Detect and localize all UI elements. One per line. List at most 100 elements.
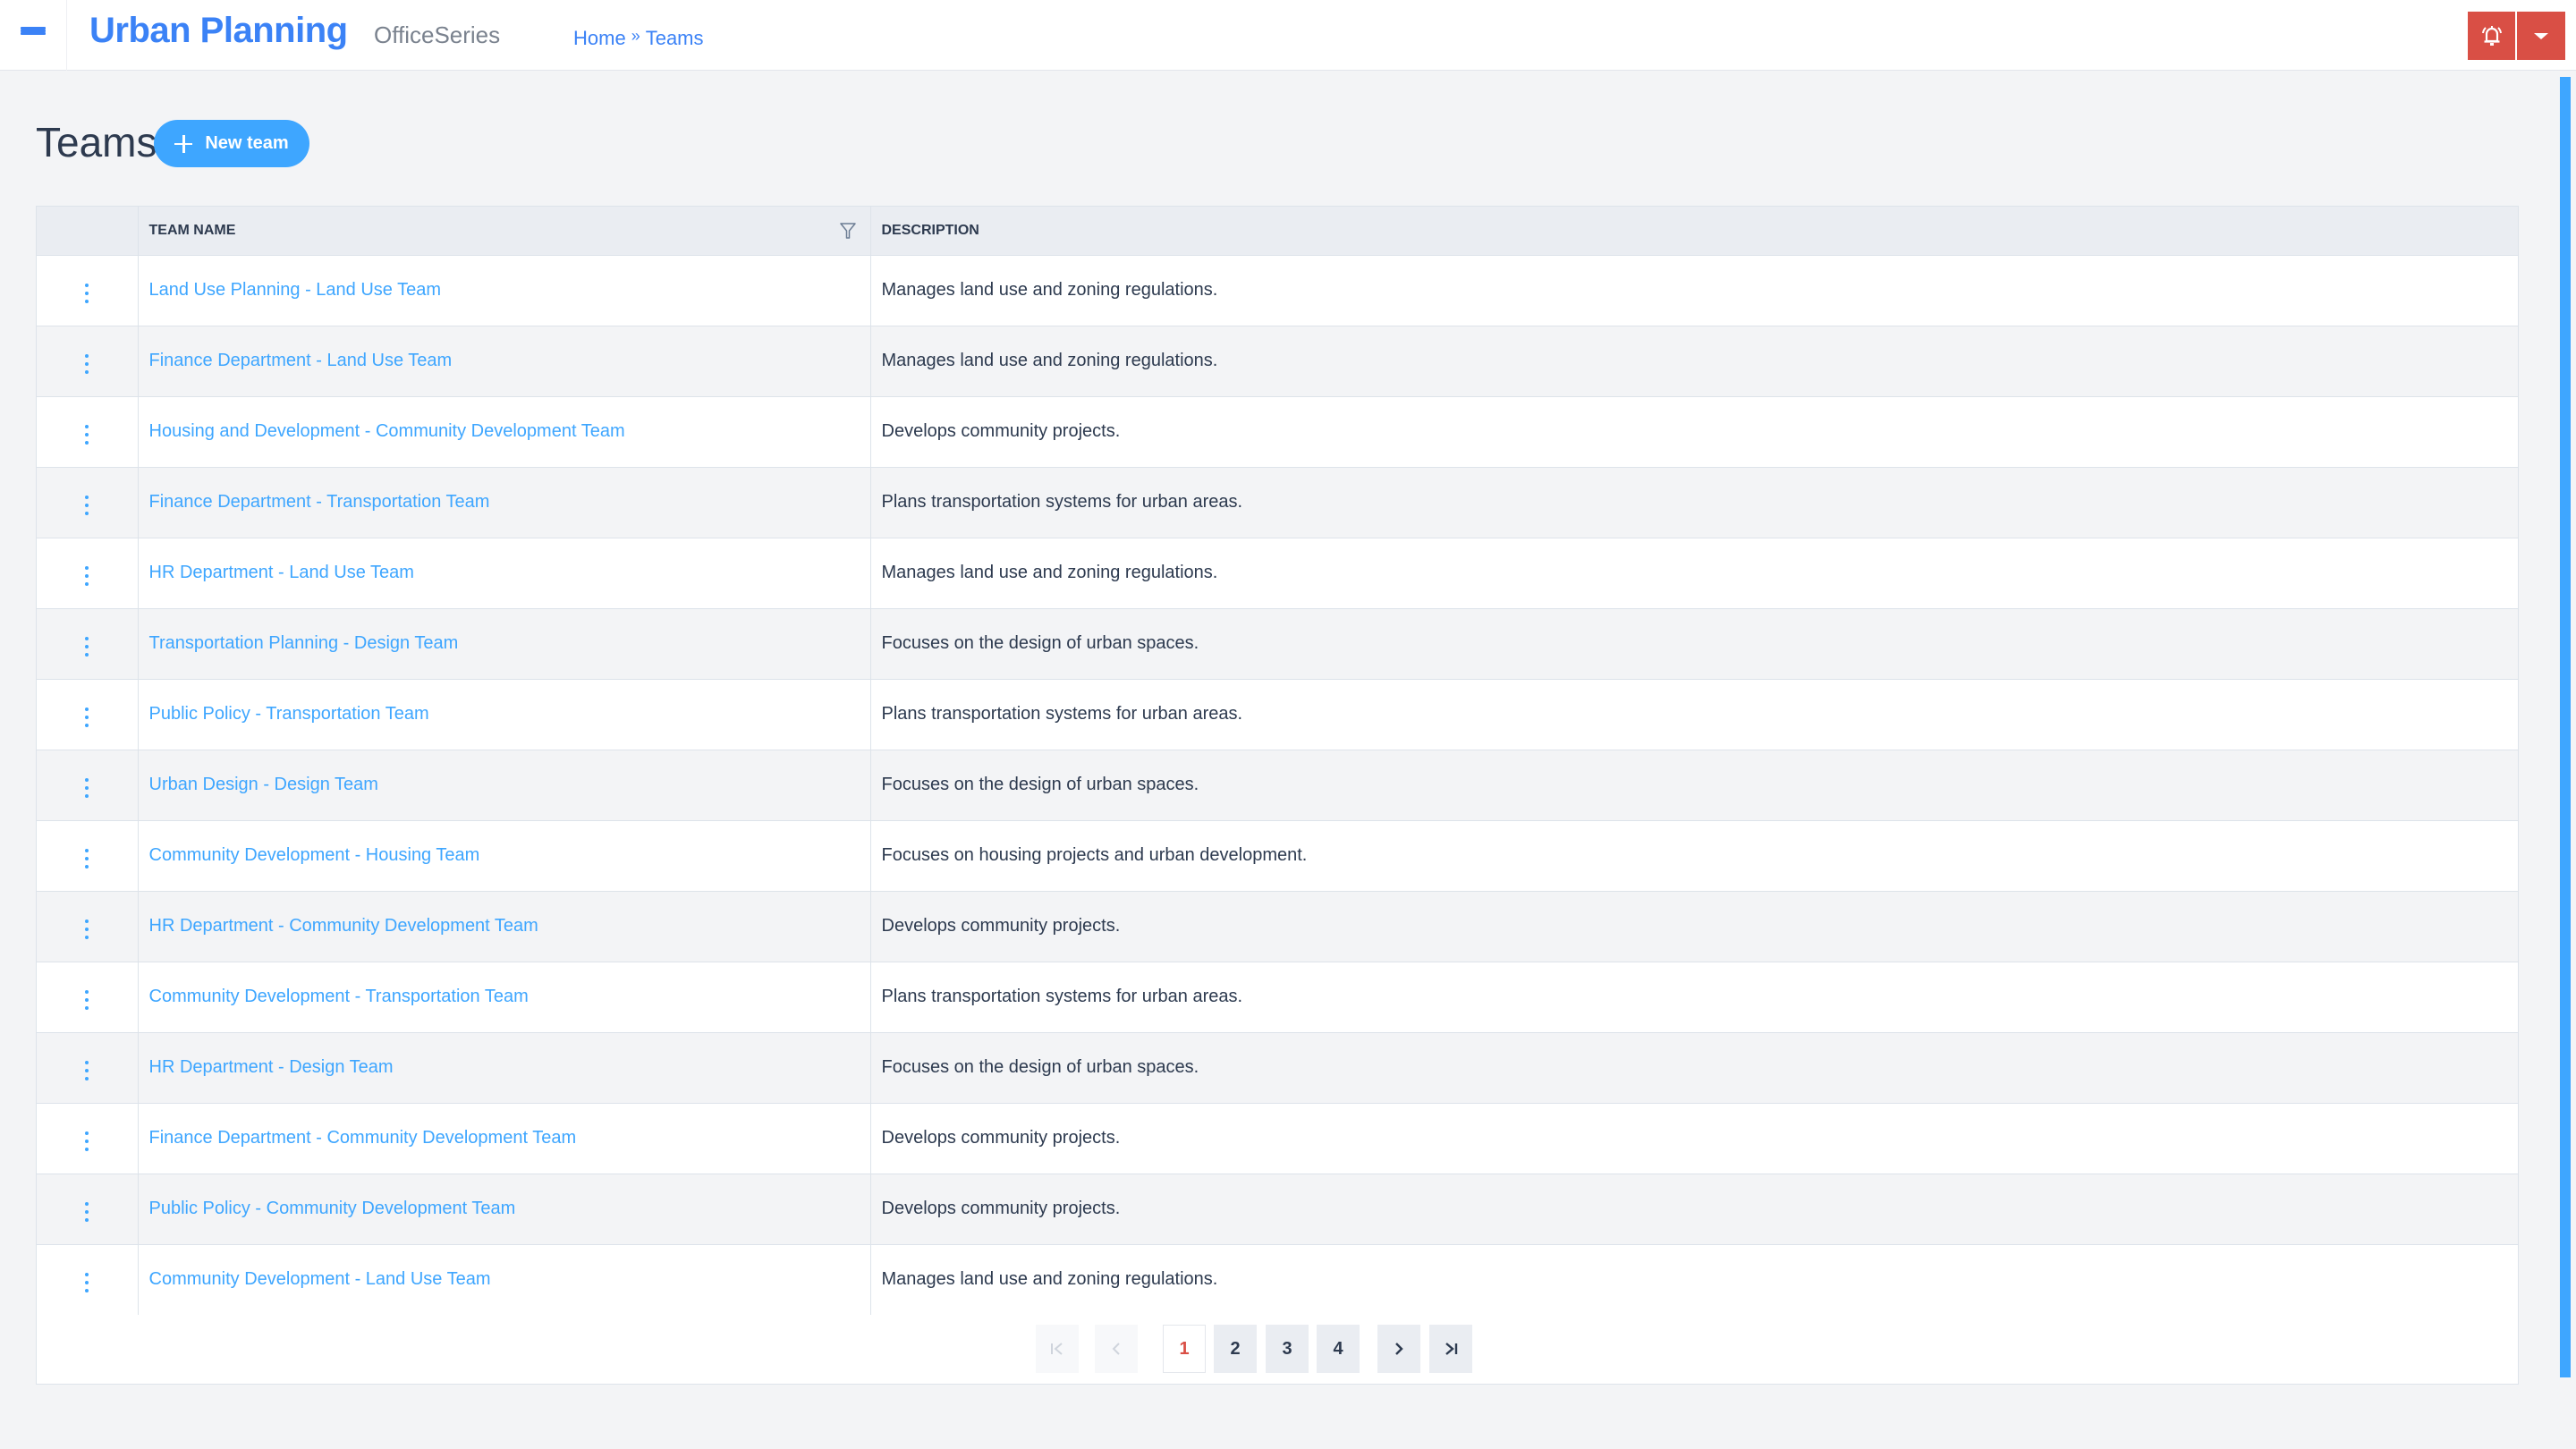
next-page-button[interactable]	[1377, 1325, 1420, 1373]
table-row: Public Policy - Transportation Team Plans…	[37, 679, 2518, 750]
team-name-link[interactable]: Transportation Planning - Design Team	[149, 633, 459, 653]
table-row: Housing and Development - Community Deve…	[37, 396, 2518, 468]
row-actions-cell	[37, 467, 139, 538]
team-name-link[interactable]: Finance Department - Land Use Team	[149, 351, 453, 370]
description-cell: Focuses on the design of urban spaces.	[870, 1032, 2518, 1104]
table-row: HR Department - Land Use Team Manages lan…	[37, 538, 2518, 609]
team-name-header-label: Team Name	[148, 222, 236, 238]
kebab-menu-icon[interactable]	[80, 1126, 94, 1157]
row-actions-cell	[37, 396, 139, 468]
team-name-link[interactable]: Land Use Planning - Land Use Team	[149, 280, 442, 300]
kebab-menu-icon[interactable]	[80, 419, 94, 450]
table-row: Community Development - Land Use Team Man…	[37, 1244, 2518, 1315]
kebab-menu-icon[interactable]	[80, 914, 94, 945]
team-name-cell: Public Policy - Community Development Te…	[138, 1174, 871, 1245]
team-name-link[interactable]: Finance Department - Transportation Team	[149, 492, 490, 512]
team-name-link[interactable]: Finance Department - Community Developme…	[149, 1128, 577, 1148]
caret-down-icon	[2534, 32, 2548, 39]
team-name-link[interactable]: Urban Design - Design Team	[149, 775, 378, 794]
table-row: Transportation Planning - Design Team Foc…	[37, 608, 2518, 680]
team-name-cell: Finance Department - Transportation Team	[138, 467, 871, 538]
row-actions-cell	[37, 255, 139, 326]
team-name-cell: HR Department - Design Team	[138, 1032, 871, 1104]
description-cell: Plans transportation systems for urban a…	[870, 467, 2518, 538]
team-name-cell: HR Department - Land Use Team	[138, 538, 871, 609]
team-name-link[interactable]: Public Policy - Transportation Team	[149, 704, 429, 724]
kebab-menu-icon[interactable]	[80, 631, 94, 662]
team-name-cell: Urban Design - Design Team	[138, 750, 871, 821]
kebab-menu-icon[interactable]	[80, 1055, 94, 1086]
page-scrollbar[interactable]	[2560, 77, 2571, 1377]
description-cell: Manages land use and zoning regulations.	[870, 326, 2518, 397]
kebab-menu-icon[interactable]	[80, 773, 94, 803]
team-name-link[interactable]: HR Department - Design Team	[149, 1057, 394, 1077]
breadcrumb-home[interactable]: Home	[573, 27, 626, 50]
table-row: HR Department - Design Team Focuses on th…	[37, 1032, 2518, 1104]
team-description: Manages land use and zoning regulations.	[881, 280, 1218, 300]
alerts-button[interactable]	[2468, 12, 2515, 60]
team-name-link[interactable]: HR Department - Community Development Te…	[149, 916, 538, 936]
team-name-link[interactable]: Community Development - Housing Team	[149, 845, 480, 865]
first-page-button[interactable]	[1036, 1325, 1079, 1373]
table-row: Finance Department - Community Developme…	[37, 1103, 2518, 1174]
team-name-cell: Community Development - Transportation T…	[138, 962, 871, 1033]
description-cell: Develops community projects.	[870, 396, 2518, 468]
breadcrumb-teams[interactable]: Teams	[646, 27, 704, 50]
kebab-menu-icon[interactable]	[80, 1197, 94, 1227]
user-dropdown-button[interactable]	[2517, 12, 2565, 60]
team-name-cell: Land Use Planning - Land Use Team	[138, 255, 871, 326]
new-team-button[interactable]: New team	[154, 120, 309, 167]
kebab-menu-icon[interactable]	[80, 1267, 94, 1298]
row-actions-cell	[37, 891, 139, 962]
team-name-cell: Public Policy - Transportation Team	[138, 679, 871, 750]
team-description: Plans transportation systems for urban a…	[881, 987, 1243, 1006]
page-3-button[interactable]: 3	[1266, 1325, 1309, 1373]
team-description: Manages land use and zoning regulations.	[881, 563, 1218, 582]
row-actions-cell	[37, 326, 139, 397]
teams-table: Team Name Description Land Use Planning …	[37, 207, 2518, 1315]
row-actions-cell	[37, 538, 139, 609]
description-cell: Plans transportation systems for urban a…	[870, 962, 2518, 1033]
team-description: Focuses on the design of urban spaces.	[881, 775, 1199, 794]
previous-page-button[interactable]	[1095, 1325, 1138, 1373]
kebab-menu-icon[interactable]	[80, 349, 94, 379]
page-4-button[interactable]: 4	[1317, 1325, 1360, 1373]
kebab-menu-icon[interactable]	[80, 490, 94, 521]
team-description: Develops community projects.	[881, 421, 1121, 441]
row-actions-cell	[37, 1032, 139, 1104]
kebab-menu-icon[interactable]	[80, 985, 94, 1015]
app-title[interactable]: Urban Planning	[89, 11, 348, 51]
team-name-cell: Housing and Development - Community Deve…	[138, 396, 871, 468]
team-name-link[interactable]: Public Policy - Community Development Te…	[149, 1199, 516, 1218]
team-name-column-header[interactable]: Team Name	[138, 207, 871, 256]
team-name-link[interactable]: Housing and Development - Community Deve…	[149, 421, 625, 441]
description-cell: Manages land use and zoning regulations.	[870, 1244, 2518, 1315]
kebab-menu-icon[interactable]	[80, 843, 94, 874]
plus-icon	[174, 134, 193, 153]
last-page-icon	[1445, 1343, 1458, 1355]
row-actions-cell	[37, 1174, 139, 1245]
breadcrumb-separator: »	[631, 27, 640, 45]
team-name-link[interactable]: Community Development - Land Use Team	[149, 1269, 491, 1289]
kebab-menu-icon[interactable]	[80, 702, 94, 733]
table-row: Community Development - Housing Team Focu…	[37, 820, 2518, 892]
row-actions-cell	[37, 679, 139, 750]
kebab-menu-icon[interactable]	[80, 561, 94, 591]
filter-icon[interactable]	[839, 222, 856, 240]
kebab-menu-icon[interactable]	[80, 278, 94, 309]
row-actions-cell	[37, 750, 139, 821]
table-row: Land Use Planning - Land Use Team Manages…	[37, 255, 2518, 326]
page-2-button[interactable]: 2	[1214, 1325, 1257, 1373]
team-name-link[interactable]: Community Development - Transportation T…	[149, 987, 529, 1006]
page-1-button[interactable]: 1	[1163, 1325, 1206, 1373]
team-name-link[interactable]: HR Department - Land Use Team	[149, 563, 414, 582]
table-header-row: Team Name Description	[37, 207, 2518, 256]
description-cell: Manages land use and zoning regulations.	[870, 538, 2518, 609]
description-cell: Focuses on the design of urban spaces.	[870, 608, 2518, 680]
team-description: Develops community projects.	[881, 1199, 1121, 1218]
team-name-cell: HR Department - Community Development Te…	[138, 891, 871, 962]
row-actions-cell	[37, 962, 139, 1033]
last-page-button[interactable]	[1429, 1325, 1472, 1373]
menu-button[interactable]	[0, 0, 67, 71]
chevron-right-icon	[1395, 1343, 1403, 1355]
